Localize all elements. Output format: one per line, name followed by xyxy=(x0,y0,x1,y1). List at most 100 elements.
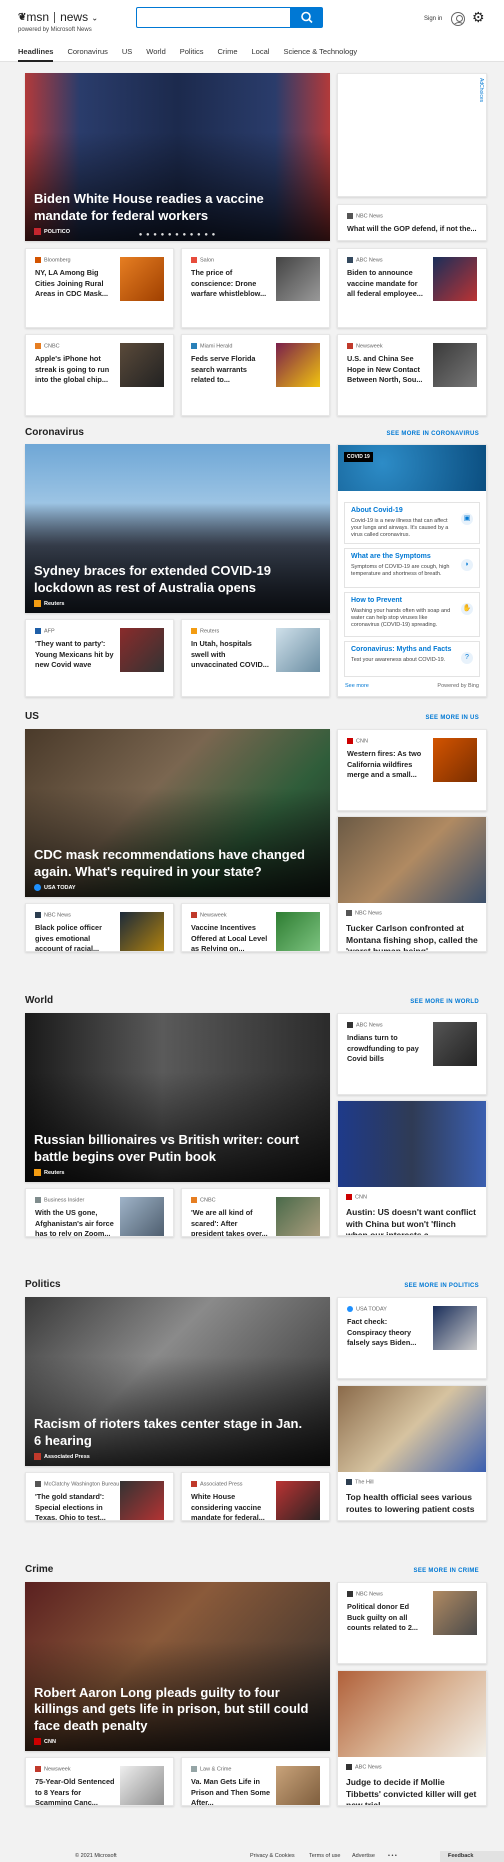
thumbnail xyxy=(433,343,477,387)
nav-tabs: Headlines Coronavirus US World Politics … xyxy=(18,47,357,62)
covid-info-item[interactable]: What are the Symptoms Symptoms of COVID-… xyxy=(344,548,480,588)
story-card[interactable]: CNBC 'We are all kind of scared': After … xyxy=(181,1188,330,1237)
story-card[interactable]: Newsweek Vaccine Incentives Offered at L… xyxy=(181,903,330,952)
tall-story-card[interactable]: CNN Austin: US doesn't want conflict wit… xyxy=(337,1100,487,1236)
tab-science[interactable]: Science & Technology xyxy=(283,47,357,62)
story-source: Bloomberg xyxy=(35,257,71,263)
story-title: Fact check: Conspiracy theory falsely sa… xyxy=(347,1317,417,1347)
story-card[interactable]: Salon The price of conscience: Drone war… xyxy=(181,248,330,328)
tab-headlines[interactable]: Headlines xyxy=(18,47,54,62)
adchoices-label[interactable]: AdChoices xyxy=(478,78,484,102)
story-source: CNBC xyxy=(35,343,60,349)
story-card[interactable]: CNBC Apple's iPhone hot streak is going … xyxy=(25,334,174,416)
side-story[interactable]: NBC News What will the GOP defend, if no… xyxy=(337,204,487,241)
ad-slot[interactable]: AdChoices xyxy=(337,73,487,197)
tab-us[interactable]: US xyxy=(122,47,132,62)
story-card[interactable]: McClatchy Washington Bureau 'The gold st… xyxy=(25,1472,174,1521)
hero-story[interactable]: Sydney braces for extended COVID-19 lock… xyxy=(25,444,330,613)
story-card[interactable]: ABC News Biden to announce vaccine manda… xyxy=(337,248,487,328)
hero-title[interactable]: Biden White House readies a vaccine mand… xyxy=(34,191,312,224)
feedback-button[interactable]: ▪ Feedback xyxy=(440,1851,504,1862)
story-card[interactable]: AFP 'They want to party': Young Mexicans… xyxy=(25,619,174,697)
story-card[interactable]: Law & Crime Va. Man Gets Life in Prison … xyxy=(181,1757,330,1806)
story-card[interactable]: CNN Western fires: As two California wil… xyxy=(337,729,487,811)
search-button[interactable] xyxy=(291,7,323,28)
hero-story[interactable]: Biden White House readies a vaccine mand… xyxy=(25,73,330,241)
story-title: With the US gone, Afghanistan's air forc… xyxy=(35,1208,114,1237)
hero-source: CNN xyxy=(34,1738,56,1745)
story-card[interactable]: Miami Herald Feds serve Florida search w… xyxy=(181,334,330,416)
story-source: NBC News xyxy=(347,1591,383,1597)
covid-info-item[interactable]: About Covid-19 Covid-19 is a new illness… xyxy=(344,502,480,544)
covid-info-item[interactable]: How to Prevent Washing your hands often … xyxy=(344,592,480,637)
thermometer-icon: ◗ xyxy=(461,559,473,571)
story-source: McClatchy Washington Bureau xyxy=(35,1481,119,1487)
story-source: Newsweek xyxy=(35,1766,71,1772)
story-card[interactable]: USA TODAY Fact check: Conspiracy theory … xyxy=(337,1297,487,1379)
terms-link[interactable]: Terms of use xyxy=(309,1853,340,1859)
tab-local[interactable]: Local xyxy=(252,47,270,62)
see-more-politics[interactable]: SEE MORE IN POLITICS xyxy=(404,1283,479,1289)
search-box[interactable] xyxy=(136,7,291,28)
story-card[interactable]: Associated Press White House considering… xyxy=(181,1472,330,1521)
story-card[interactable]: Reuters In Utah, hospitals swell with un… xyxy=(181,619,330,697)
tall-story-card[interactable]: The Hill Top health official sees variou… xyxy=(337,1385,487,1521)
signin-link[interactable]: Sign in xyxy=(424,16,442,22)
section-heading-crime: Crime xyxy=(25,1564,54,1575)
covid-item-desc: Symptoms of COVID-19 are cough, high tem… xyxy=(351,564,450,577)
story-card[interactable]: Newsweek 75-Year-Old Sentenced to 8 Year… xyxy=(25,1757,174,1806)
tab-crime[interactable]: Crime xyxy=(218,47,238,62)
hero-source: Reuters xyxy=(34,1169,64,1176)
hero-story[interactable]: CDC mask recommendations have changed ag… xyxy=(25,729,330,897)
gear-icon[interactable]: ⚙ xyxy=(472,10,485,24)
story-title: Feds serve Florida search warrants relat… xyxy=(191,354,256,384)
hero-title[interactable]: Sydney braces for extended COVID-19 lock… xyxy=(34,563,312,596)
story-source: ABC News xyxy=(347,1022,383,1028)
hero-title[interactable]: Russian billionaires vs British writer: … xyxy=(34,1132,312,1165)
privacy-link[interactable]: Privacy & Cookies xyxy=(250,1853,295,1859)
avatar-icon[interactable] xyxy=(451,12,465,26)
story-title: The price of conscience: Drone warfare w… xyxy=(191,268,267,298)
story-source: Reuters xyxy=(191,628,219,634)
story-card[interactable]: NBC News Black police officer gives emot… xyxy=(25,903,174,952)
see-more-crime[interactable]: SEE MORE IN CRIME xyxy=(414,1568,479,1574)
story-card[interactable]: ABC News Indians turn to crowdfunding to… xyxy=(337,1013,487,1095)
covid-info-item[interactable]: Coronavirus: Myths and Facts Test your a… xyxy=(344,641,480,677)
hero-title[interactable]: Robert Aaron Long pleads guilty to four … xyxy=(34,1685,312,1735)
story-source: USA TODAY xyxy=(347,1306,387,1312)
tall-story-card[interactable]: NBC News Tucker Carlson confronted at Mo… xyxy=(337,816,487,952)
news-section-label[interactable]: news xyxy=(60,10,88,24)
story-card[interactable]: Bloomberg NY, LA Among Big Cities Joinin… xyxy=(25,248,174,328)
more-icon[interactable]: • • • xyxy=(388,1853,397,1859)
story-card[interactable]: Newsweek U.S. and China See Hope in New … xyxy=(337,334,487,416)
story-source: NBC News xyxy=(347,213,383,219)
see-more-us[interactable]: SEE MORE IN US xyxy=(425,715,479,721)
thumbnail xyxy=(120,912,164,951)
hero-title[interactable]: CDC mask recommendations have changed ag… xyxy=(34,847,312,880)
tab-world[interactable]: World xyxy=(146,47,165,62)
hero-title[interactable]: Racism of rioters takes center stage in … xyxy=(34,1416,312,1449)
story-source: Salon xyxy=(191,257,214,263)
advertise-link[interactable]: Advertise xyxy=(352,1853,375,1859)
section-heading-us: US xyxy=(25,711,39,722)
chevron-down-icon[interactable]: ⌄ xyxy=(91,13,98,22)
see-more-world[interactable]: SEE MORE IN WORLD xyxy=(410,999,479,1005)
hero-story[interactable]: Racism of rioters takes center stage in … xyxy=(25,1297,330,1466)
footer: © 2021 Microsoft Privacy & Cookies Terms… xyxy=(0,1851,504,1862)
story-title: In Utah, hospitals swell with unvaccinat… xyxy=(191,639,269,669)
tab-politics[interactable]: Politics xyxy=(180,47,204,62)
msn-logo[interactable]: ❦msn news ⌄ xyxy=(18,10,98,24)
search-input[interactable] xyxy=(137,9,290,28)
story-image xyxy=(338,1101,486,1187)
carousel-dots[interactable]: ● ● ● ● ● ● ● ● ● ● ● xyxy=(139,232,217,238)
hero-story[interactable]: Robert Aaron Long pleads guilty to four … xyxy=(25,1582,330,1751)
story-card[interactable]: Business Insider With the US gone, Afgha… xyxy=(25,1188,174,1237)
see-more-coronavirus[interactable]: SEE MORE IN CORONAVIRUS xyxy=(387,431,479,437)
tab-coronavirus[interactable]: Coronavirus xyxy=(67,47,107,62)
hero-story[interactable]: Russian billionaires vs British writer: … xyxy=(25,1013,330,1182)
covid-item-desc: Covid-19 is a new illness that can affec… xyxy=(351,518,449,538)
tall-story-card[interactable]: ABC News Judge to decide if Mollie Tibbe… xyxy=(337,1670,487,1806)
hero-source: POLITICO xyxy=(34,228,70,235)
story-card[interactable]: NBC News Political donor Ed Buck guilty … xyxy=(337,1582,487,1664)
see-more-link[interactable]: See more xyxy=(345,683,369,689)
